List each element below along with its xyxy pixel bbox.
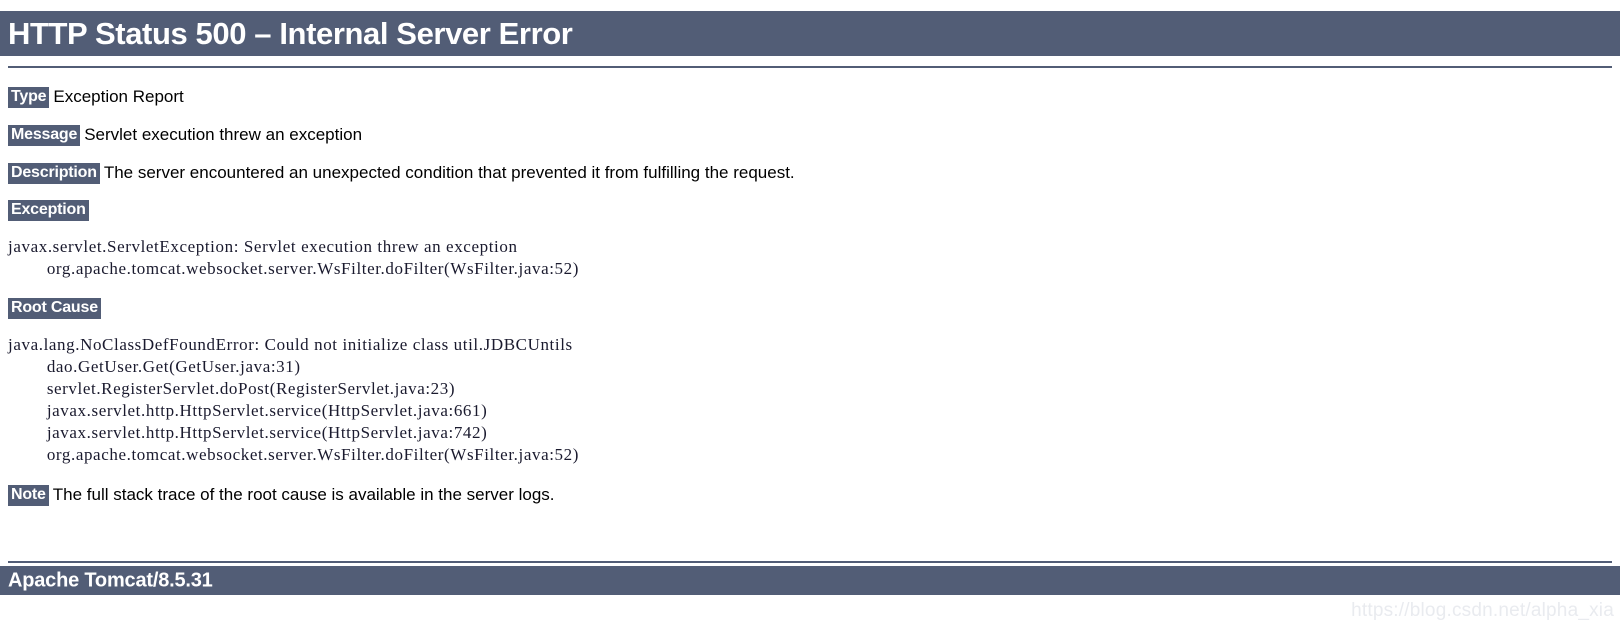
page-title: HTTP Status 500 – Internal Server Error	[8, 15, 573, 51]
exception-heading: Exception	[8, 192, 1608, 230]
report-content: Type Exception Report Message Servlet exec…	[8, 78, 1608, 514]
message-value: Servlet execution threw an exception	[84, 125, 363, 144]
exception-stack-trace: javax.servlet.ServletException: Servlet …	[8, 237, 579, 278]
server-footer-band: Apache Tomcat/8.5.31	[0, 566, 1620, 595]
header-divider	[8, 66, 1612, 68]
exception-label: Exception	[8, 200, 89, 221]
server-version: Apache Tomcat/8.5.31	[8, 569, 213, 591]
footer-divider	[8, 561, 1612, 563]
message-label: Message	[8, 125, 81, 146]
status-header-band: HTTP Status 500 – Internal Server Error	[0, 11, 1620, 56]
description-value: The server encountered an unexpected con…	[103, 163, 795, 182]
error-page: HTTP Status 500 – Internal Server Error …	[0, 0, 1620, 634]
root-cause-label: Root Cause	[8, 298, 101, 319]
description-row: Description The server encountered an une…	[8, 154, 1608, 192]
note-row: Note The full stack trace of the root cau…	[8, 476, 1608, 514]
note-label: Note	[8, 485, 49, 506]
message-row: Message Servlet execution threw an except…	[8, 116, 1608, 154]
watermark-text: https://blog.csdn.net/alpha_xia	[1351, 600, 1614, 621]
root-cause-stack-trace: java.lang.NoClassDefFoundError: Could no…	[8, 335, 579, 464]
description-label: Description	[8, 163, 100, 184]
type-row: Type Exception Report	[8, 78, 1608, 116]
type-value: Exception Report	[53, 87, 184, 106]
note-value: The full stack trace of the root cause i…	[52, 485, 555, 504]
type-label: Type	[8, 87, 50, 108]
root-cause-heading: Root Cause	[8, 290, 1608, 328]
